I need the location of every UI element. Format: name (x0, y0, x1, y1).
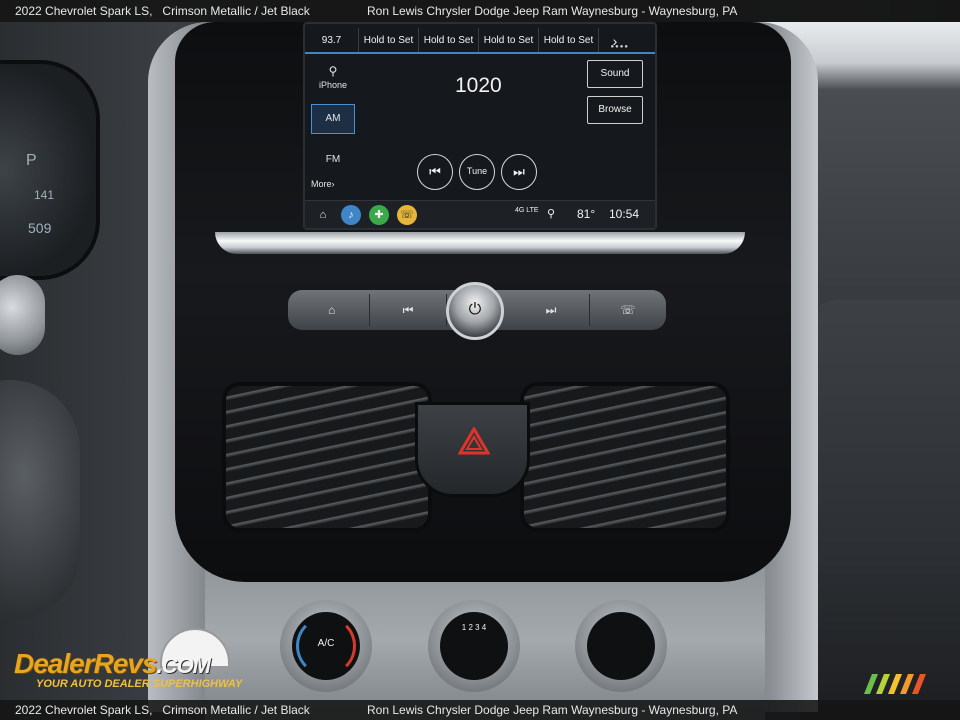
preset-1[interactable]: 93.7 (305, 28, 359, 52)
mode-knob-face (587, 612, 655, 680)
preset-4[interactable]: Hold to Set (479, 28, 539, 52)
watermark-brand: DealerRevs.COM (14, 648, 211, 680)
dealer-caption-bottom: Ron Lewis Chrysler Dodge Jeep Ram Waynes… (367, 703, 738, 717)
home-hard-button[interactable]: ⌂ (294, 294, 371, 326)
source-more-label: More (311, 179, 332, 189)
stripes-logo-icon (864, 674, 926, 694)
steering-wheel (0, 380, 80, 620)
chrome-trim (215, 232, 745, 254)
fan-knob-face: 1 2 3 4 (440, 612, 508, 680)
cluster-reading-a: 141 (34, 188, 55, 202)
temperature-knob-face: A/C (292, 612, 360, 680)
location-icon: ⚲ (547, 208, 556, 220)
bottom-caption-bar: 2022 Chevrolet Spark LS, Crimson Metalli… (0, 700, 960, 720)
dealer-caption: Ron Lewis Chrysler Dodge Jeep Ram Waynes… (367, 4, 738, 18)
left-air-vent[interactable] (222, 382, 432, 532)
preset-5[interactable]: Hold to Set (539, 28, 599, 52)
next-track-icon[interactable]: ⏭ (501, 154, 537, 190)
source-iphone[interactable]: ⚲ iPhone (311, 64, 355, 90)
fan-speed-knob[interactable]: 1 2 3 4 (428, 600, 520, 692)
passenger-dash-panel (800, 300, 960, 720)
previous-track-icon[interactable]: ⏮ (417, 154, 453, 190)
right-air-vent[interactable] (520, 382, 730, 532)
sound-button[interactable]: Sound (587, 60, 643, 88)
current-frequency: 1020 (455, 74, 502, 97)
preset-2[interactable]: Hold to Set (359, 28, 419, 52)
steering-column-stalk (0, 275, 45, 355)
power-icon: ⏻ (468, 301, 482, 318)
source-more[interactable]: More› (311, 179, 355, 189)
plus-icon[interactable]: ✚ (369, 204, 389, 225)
page-dots: ●●●● (610, 44, 629, 50)
chevron-right-icon: › (331, 179, 335, 189)
phone-hard-button[interactable]: ☏ (590, 294, 666, 326)
status-bar: ⌂ ♪ ✚ ☏ 4G LTE ⚲ 81° 10:54 (305, 200, 655, 228)
hazard-button[interactable] (415, 402, 530, 497)
gear-indicator: P (26, 152, 37, 169)
preset-bar: 93.7 Hold to Set Hold to Set Hold to Set… (305, 28, 655, 54)
preset-3[interactable]: Hold to Set (419, 28, 479, 52)
temperature: 81° (577, 207, 596, 221)
infotainment-screen: 93.7 Hold to Set Hold to Set Hold to Set… (303, 22, 657, 230)
power-knob[interactable]: ⏻ (446, 282, 504, 340)
source-fm[interactable]: FM (311, 154, 355, 165)
seek-forward-button[interactable]: ⏭ (513, 294, 590, 326)
hazard-icon (458, 427, 490, 455)
usb-icon: ⚲ (328, 64, 338, 78)
cluster-reading-b: 509 (28, 220, 52, 236)
source-am[interactable]: AM (311, 104, 355, 134)
phone-icon: ☏ (620, 303, 636, 317)
fan-levels: 1 2 3 4 (461, 623, 487, 632)
source-iphone-label: iPhone (318, 80, 348, 90)
next-track-icon: ⏭ (545, 303, 557, 317)
watermark-tagline: YOUR AUTO DEALER SUPERHIGHWAY (36, 678, 243, 690)
temperature-knob[interactable]: A/C (280, 600, 372, 692)
airflow-mode-knob[interactable] (575, 600, 667, 692)
watermark: DealerRevs.COM YOUR AUTO DEALER SUPERHIG… (10, 628, 270, 694)
seek-back-button[interactable]: ⏮ (370, 294, 447, 326)
home-icon[interactable]: ⌂ (313, 205, 333, 225)
network-indicator: 4G LTE (515, 207, 539, 214)
vehicle-caption-bottom: 2022 Chevrolet Spark LS, Crimson Metalli… (15, 703, 310, 717)
gauge-cluster: P 141 509 (0, 60, 100, 280)
watermark-domain: .COM (156, 653, 211, 678)
clock: 10:54 (609, 207, 640, 221)
browse-button[interactable]: Browse (587, 96, 643, 124)
music-icon[interactable]: ♪ (341, 204, 361, 225)
home-icon: ⌂ (328, 303, 336, 317)
top-caption-bar: 2022 Chevrolet Spark LS, Crimson Metalli… (0, 0, 960, 22)
phone-icon[interactable]: ☏ (397, 204, 417, 225)
watermark-brand-name: DealerRevs (14, 648, 158, 679)
source-sidebar: ⚲ iPhone AM FM More› (311, 64, 355, 203)
dashboard-photo: P 141 509 93.7 Hold to Set Hold to Set H… (0, 0, 960, 720)
ac-label: A/C (317, 638, 335, 649)
tune-button[interactable]: Tune (459, 154, 495, 190)
previous-track-icon: ⏮ (402, 303, 414, 317)
vehicle-caption: 2022 Chevrolet Spark LS, Crimson Metalli… (15, 4, 310, 18)
